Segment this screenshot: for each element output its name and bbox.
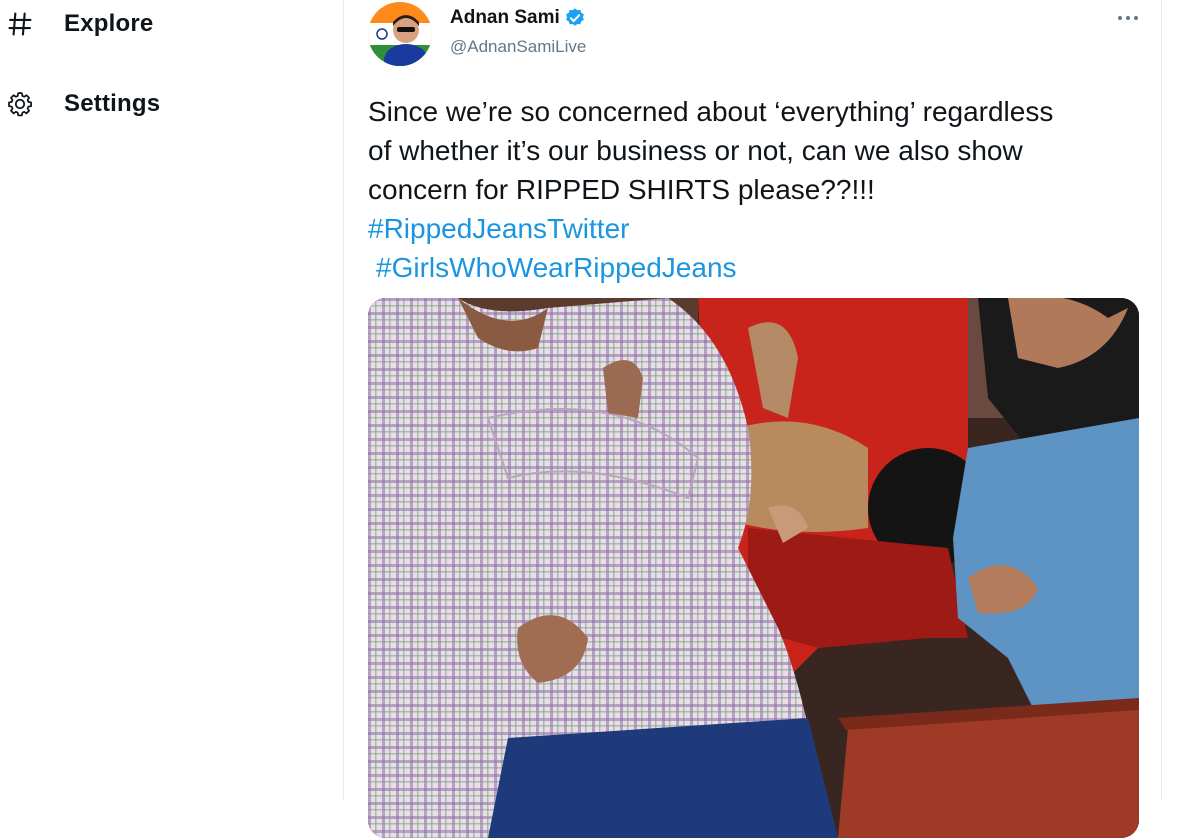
author-display-name[interactable]: Adnan Sami <box>450 7 560 29</box>
tweet-text: Since we’re so concerned about ‘everythi… <box>368 92 1158 287</box>
author-name-row: Adnan Sami <box>450 7 586 29</box>
hashtag-icon <box>2 6 38 42</box>
sidebar-item-explore[interactable]: Explore <box>0 4 153 44</box>
sidebar-item-label: Settings <box>64 90 161 117</box>
more-options-icon[interactable] <box>1110 6 1146 30</box>
tweet-text-line: Since we’re so concerned about ‘everythi… <box>368 96 1054 127</box>
sidebar-item-label: Explore <box>64 10 154 37</box>
author-handle[interactable]: @AdnanSamiLive <box>450 37 586 57</box>
column-divider <box>1161 0 1162 800</box>
hashtag-link[interactable]: #RippedJeansTwitter <box>368 209 1158 248</box>
gear-icon <box>2 86 38 122</box>
tweet-text-line: concern for RIPPED SHIRTS please??!!! <box>368 174 875 205</box>
sidebar-item-settings[interactable]: Settings <box>0 84 160 124</box>
hashtag-link[interactable]: #GirlsWhoWearRippedJeans <box>368 248 1158 287</box>
tweet-text-line: of whether it’s our business or not, can… <box>368 135 1023 166</box>
verified-badge-icon <box>564 7 586 29</box>
column-divider <box>343 0 344 800</box>
avatar[interactable] <box>368 2 432 66</box>
tweet-photo[interactable] <box>368 298 1139 838</box>
